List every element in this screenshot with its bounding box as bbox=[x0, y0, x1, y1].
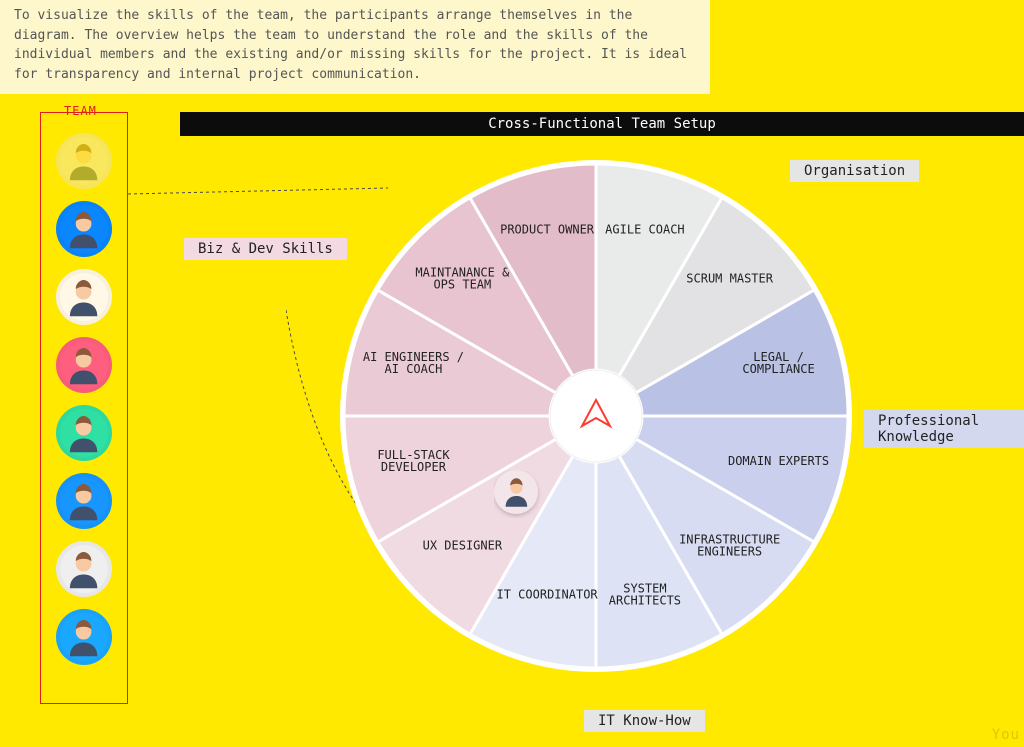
diagram-title: Cross-Functional Team Setup bbox=[180, 112, 1024, 136]
team-member-4[interactable] bbox=[56, 337, 112, 393]
watermark: You bbox=[992, 727, 1020, 743]
team-member-2[interactable] bbox=[56, 201, 112, 257]
team-member-8[interactable] bbox=[56, 609, 112, 665]
intro-text: To visualize the skills of the team, the… bbox=[0, 0, 710, 94]
slice-label-agile-coach: AGILE COACH bbox=[605, 222, 684, 236]
quadrant-bottom-left: IT Know-How bbox=[584, 710, 705, 732]
slice-label-legal: LEGAL /COMPLIANCE bbox=[742, 350, 814, 376]
team-panel bbox=[40, 112, 128, 704]
slice-label-domain-experts: DOMAIN EXPERTS bbox=[728, 454, 829, 468]
team-member-7[interactable] bbox=[56, 541, 112, 597]
wheel-diagram[interactable]: AGILE COACH SCRUM MASTER LEGAL /COMPLIANCE… bbox=[332, 152, 860, 680]
quadrant-top-left: Biz & Dev Skills bbox=[184, 238, 347, 260]
team-member-3[interactable] bbox=[56, 269, 112, 325]
placed-avatar[interactable] bbox=[494, 470, 538, 514]
slice-label-it-coord: IT COORDINATOR bbox=[497, 588, 599, 602]
team-member-6[interactable] bbox=[56, 473, 112, 529]
quadrant-bottom-right: Professional Knowledge bbox=[864, 410, 1024, 448]
team-member-1[interactable] bbox=[56, 133, 112, 189]
slice-label-scrum-master: SCRUM MASTER bbox=[686, 271, 773, 285]
slice-label-full-stack: FULL-STACKDEVELOPER bbox=[377, 448, 450, 474]
team-member-5[interactable] bbox=[56, 405, 112, 461]
slice-label-ux-designer: UX DESIGNER bbox=[423, 539, 503, 553]
slice-label-product-owner: PRODUCT OWNER bbox=[500, 222, 595, 236]
